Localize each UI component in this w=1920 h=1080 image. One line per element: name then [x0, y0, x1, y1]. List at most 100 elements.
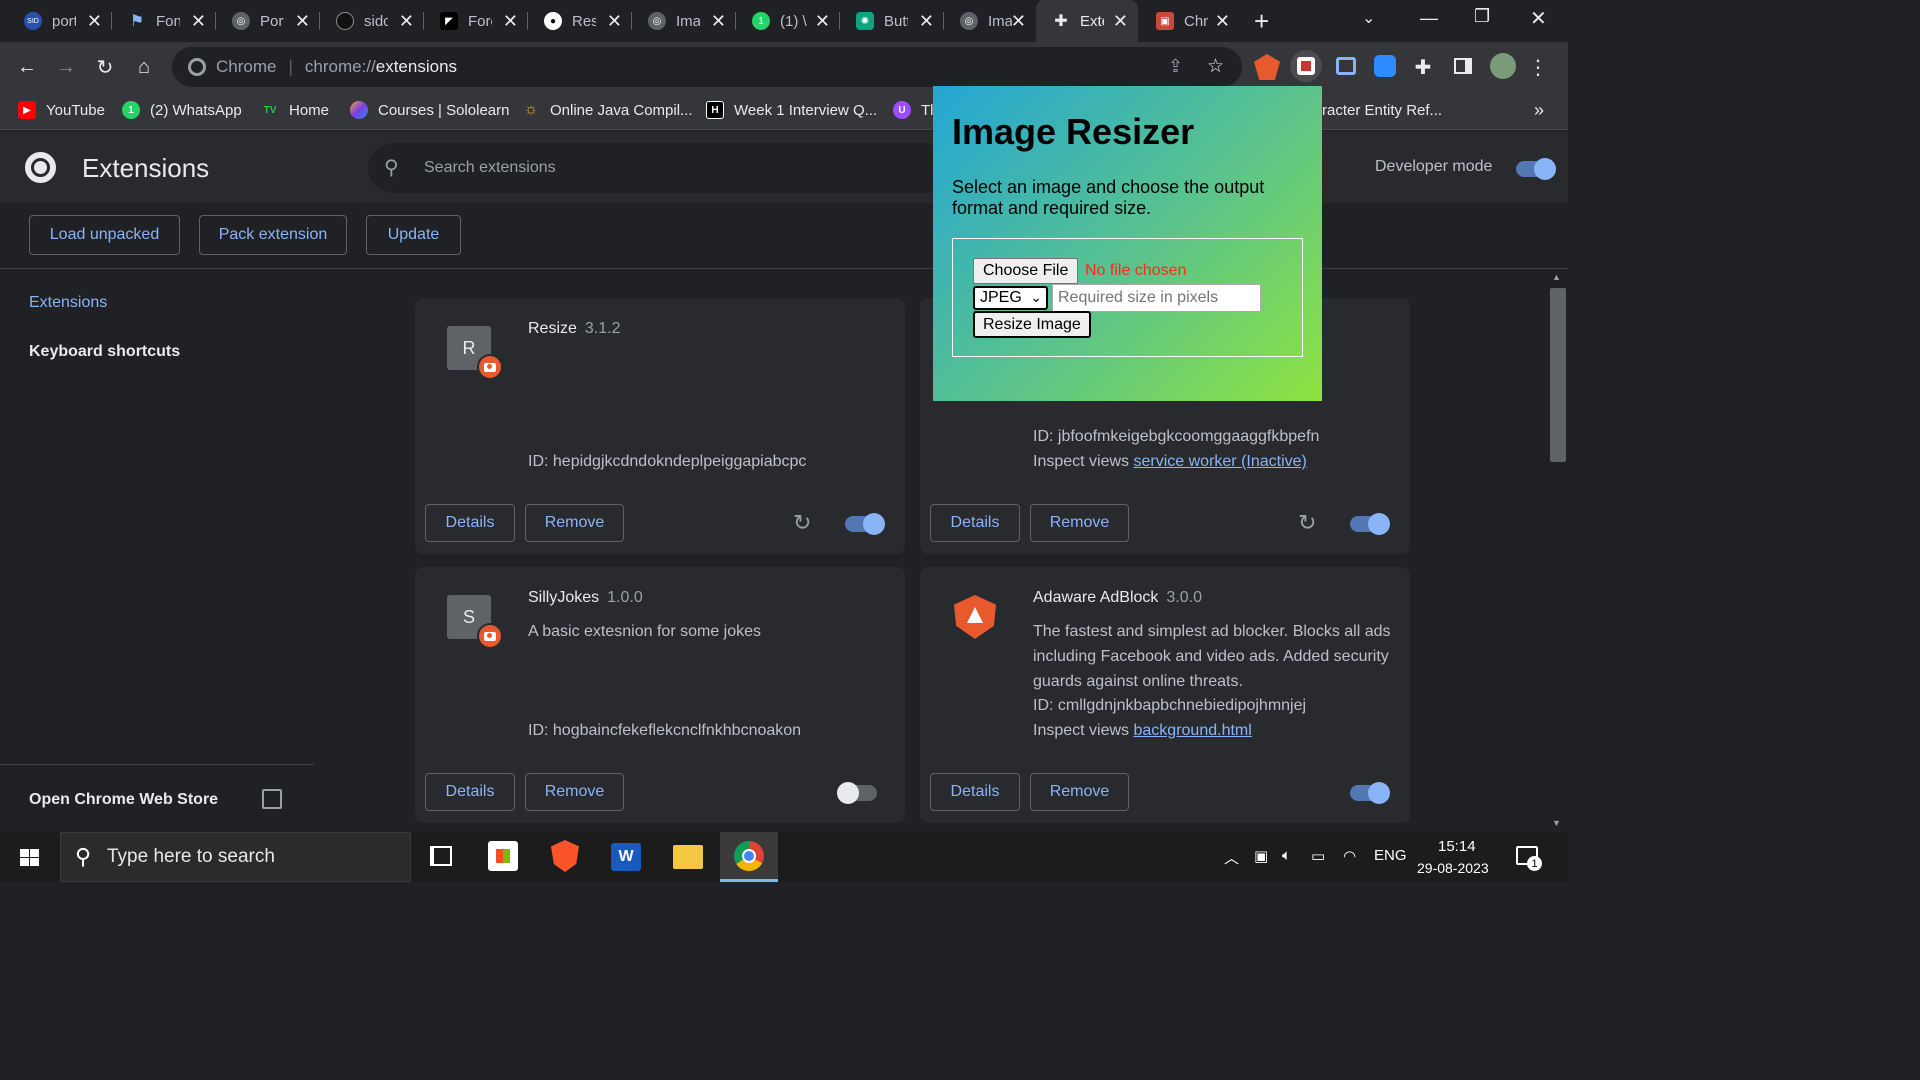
- tab-0[interactable]: SID port ✕: [8, 0, 112, 42]
- close-icon[interactable]: ✕: [919, 11, 934, 32]
- tab-3[interactable]: sidc ✕: [320, 0, 424, 42]
- volume-icon[interactable]: 🔈︎: [1282, 847, 1291, 864]
- bookmark-youtube[interactable]: ▶ YouTube: [18, 92, 105, 128]
- address-bar[interactable]: Chrome | chrome://extensions ⇪ ☆: [172, 47, 1242, 87]
- scroll-down-icon[interactable]: ▼: [1552, 818, 1561, 828]
- size-input[interactable]: Required size in pixels: [1052, 284, 1261, 312]
- resize-extension-icon[interactable]: [1297, 57, 1315, 75]
- remove-button[interactable]: Remove: [1030, 504, 1129, 542]
- bookmarks-overflow-icon[interactable]: »: [1534, 92, 1544, 128]
- screen-capture-icon[interactable]: [1336, 57, 1356, 75]
- bookmark-home[interactable]: TV Home: [261, 92, 329, 128]
- close-icon[interactable]: ✕: [191, 11, 206, 32]
- close-icon[interactable]: ✕: [1215, 11, 1230, 32]
- close-icon[interactable]: ✕: [711, 11, 726, 32]
- store-icon[interactable]: [488, 841, 518, 871]
- update-button[interactable]: Update: [366, 215, 461, 255]
- avatar[interactable]: [1490, 53, 1516, 79]
- web-store-link[interactable]: Open Chrome Web Store: [29, 791, 218, 809]
- pack-extension-button[interactable]: Pack extension: [199, 215, 347, 255]
- search-input[interactable]: ⚲ Search extensions: [368, 143, 948, 193]
- brave-icon[interactable]: [551, 840, 579, 872]
- forward-icon[interactable]: →: [51, 52, 81, 82]
- reload-icon[interactable]: ↻: [793, 510, 811, 536]
- enable-toggle[interactable]: [1350, 513, 1390, 535]
- meet-now-icon[interactable]: ▣: [1254, 847, 1268, 865]
- enable-toggle[interactable]: [1350, 782, 1390, 804]
- remove-button[interactable]: Remove: [525, 504, 624, 542]
- bookmark-java-compiler[interactable]: ☼ Online Java Compil...: [522, 92, 693, 128]
- battery-icon[interactable]: ▭: [1311, 847, 1325, 865]
- close-icon[interactable]: ✕: [607, 11, 622, 32]
- close-icon[interactable]: ✕: [295, 11, 310, 32]
- tab-4[interactable]: ◤ Fore ✕: [424, 0, 528, 42]
- tab-5[interactable]: ● Resi ✕: [528, 0, 632, 42]
- tray-chevron-icon[interactable]: ︿: [1224, 847, 1239, 868]
- close-icon[interactable]: ✕: [1011, 11, 1026, 32]
- tab-9[interactable]: ◎ Ima ✕: [944, 0, 1036, 42]
- load-unpacked-button[interactable]: Load unpacked: [29, 215, 180, 255]
- scrollbar-thumb[interactable]: [1550, 288, 1566, 462]
- tab-11[interactable]: ▣ Chr ✕: [1140, 0, 1240, 42]
- close-icon[interactable]: ✕: [87, 11, 102, 32]
- tab-extensions-active[interactable]: ✚ Exte ✕: [1036, 0, 1138, 42]
- details-button[interactable]: Details: [425, 504, 515, 542]
- remove-button[interactable]: Remove: [1030, 773, 1129, 811]
- taskbar-search-input[interactable]: ⚲ Type here to search: [60, 832, 411, 882]
- zoom-icon[interactable]: [1374, 55, 1396, 77]
- close-icon[interactable]: ✕: [815, 11, 830, 32]
- language-indicator[interactable]: ENG: [1374, 847, 1407, 864]
- bookmark-tl[interactable]: U Tl: [893, 92, 934, 128]
- bookmark-whatsapp[interactable]: 1 (2) WhatsApp: [122, 92, 242, 128]
- choose-file-button[interactable]: Choose File: [973, 258, 1079, 284]
- scroll-up-icon[interactable]: ▲: [1552, 272, 1561, 282]
- developer-mode-toggle[interactable]: [1516, 158, 1556, 180]
- format-select[interactable]: JPEG ⌄: [973, 286, 1048, 310]
- back-icon[interactable]: ←: [12, 52, 42, 82]
- minimize-icon[interactable]: —: [1420, 8, 1438, 29]
- extensions-puzzle-icon[interactable]: ✚: [1408, 52, 1438, 82]
- enable-toggle[interactable]: [845, 513, 885, 535]
- close-icon[interactable]: ✕: [1113, 11, 1128, 32]
- tab-7[interactable]: 1 (1) \ ✕: [736, 0, 840, 42]
- tab-2[interactable]: ◎ Port ✕: [216, 0, 320, 42]
- resize-image-button[interactable]: Resize Image: [973, 311, 1091, 338]
- bookmark-interview[interactable]: H Week 1 Interview Q...: [706, 92, 877, 128]
- task-view-icon[interactable]: [430, 846, 452, 866]
- new-tab-icon[interactable]: +: [1254, 6, 1269, 37]
- reload-icon[interactable]: ↻: [1298, 510, 1316, 536]
- tab-6[interactable]: ◎ Ima ✕: [632, 0, 736, 42]
- taskbar-chrome-active[interactable]: [720, 832, 778, 882]
- remove-button[interactable]: Remove: [525, 773, 624, 811]
- sidebar-item-shortcuts[interactable]: Keyboard shortcuts: [29, 343, 180, 361]
- wifi-icon[interactable]: ◠: [1343, 847, 1356, 865]
- service-worker-link[interactable]: service worker (Inactive): [1134, 453, 1307, 470]
- bookmark-sololearn[interactable]: Courses | Sololearn: [350, 92, 509, 128]
- details-button[interactable]: Details: [930, 504, 1020, 542]
- reload-icon[interactable]: ↻: [90, 52, 120, 82]
- bookmark-entity-ref[interactable]: racter Entity Ref...: [1322, 92, 1442, 128]
- background-page-link[interactable]: background.html: [1134, 722, 1252, 739]
- menu-kebab-icon[interactable]: ⋮: [1523, 52, 1553, 82]
- clock-time[interactable]: 15:14: [1438, 838, 1476, 855]
- close-icon[interactable]: ✕: [503, 11, 518, 32]
- details-button[interactable]: Details: [425, 773, 515, 811]
- star-icon[interactable]: ☆: [1207, 55, 1224, 78]
- share-icon[interactable]: ⇪: [1168, 56, 1183, 77]
- word-icon[interactable]: W: [611, 843, 641, 871]
- windows-start-icon[interactable]: [20, 849, 39, 866]
- close-icon[interactable]: ✕: [399, 11, 414, 32]
- window-close-icon[interactable]: ✕: [1530, 6, 1547, 31]
- sidebar-item-extensions[interactable]: Extensions: [29, 294, 107, 312]
- adaware-icon[interactable]: [1254, 54, 1280, 80]
- open-external-icon[interactable]: [262, 789, 282, 809]
- file-explorer-icon[interactable]: [673, 845, 703, 869]
- details-button[interactable]: Details: [930, 773, 1020, 811]
- clock-date[interactable]: 29-08-2023: [1417, 860, 1489, 876]
- home-icon[interactable]: ⌂: [129, 52, 159, 82]
- side-panel-icon[interactable]: [1454, 58, 1472, 74]
- enable-toggle[interactable]: [837, 782, 877, 804]
- tab-search-icon[interactable]: ⌄: [1362, 8, 1375, 28]
- restore-icon[interactable]: ❐: [1474, 6, 1490, 27]
- tab-8[interactable]: ✺ Butt ✕: [840, 0, 944, 42]
